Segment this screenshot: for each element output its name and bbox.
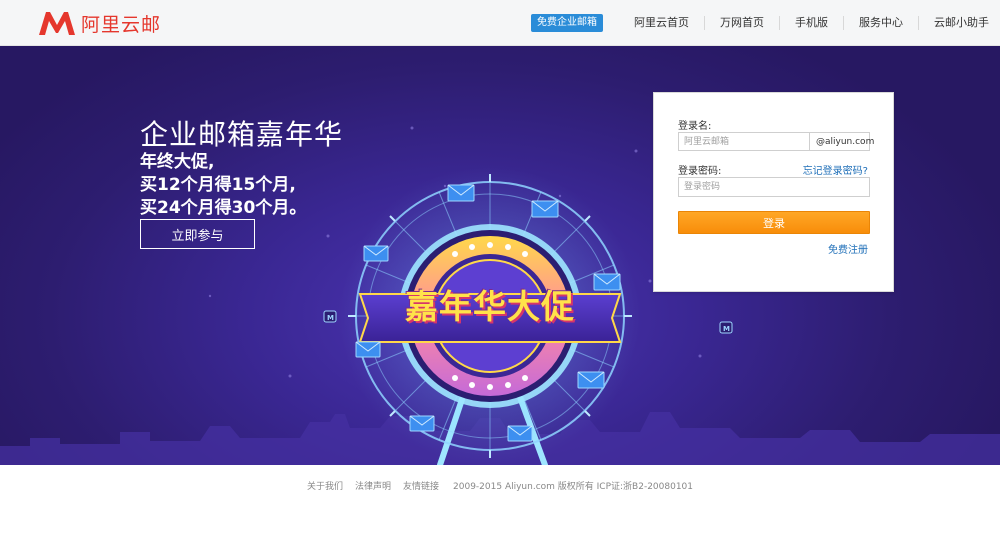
promo-line-2: 买12个月得15个月, — [140, 175, 296, 195]
footer: 关于我们 法律声明 友情链接 2009-2015 Aliyun.com 版权所有… — [0, 465, 1000, 534]
forgot-password-link[interactable]: 忘记登录密码? — [803, 162, 868, 177]
logo[interactable]: 阿里云邮 — [37, 9, 161, 37]
footer-links: 关于我们 法律声明 友情链接 2009-2015 Aliyun.com 版权所有… — [0, 479, 1000, 492]
login-panel: 登录名: @aliyun.com 登录密码: 忘记登录密码? 登录 免费注册 — [653, 92, 894, 292]
username-field-group: @aliyun.com — [678, 132, 874, 151]
nav-item-mobile[interactable]: 手机版 — [779, 16, 843, 30]
nav-item-aliyun-home[interactable]: 阿里云首页 — [619, 16, 704, 30]
join-now-button[interactable]: 立即参与 — [140, 219, 255, 249]
aliyun-mail-logo-icon — [39, 12, 75, 35]
username-label: 登录名: — [678, 121, 712, 132]
svg-text:M: M — [327, 314, 334, 322]
username-input[interactable] — [679, 133, 810, 150]
nav-item-wanwang-home[interactable]: 万网首页 — [704, 16, 779, 30]
promo-line-1: 年终大促, — [140, 152, 215, 172]
free-register-link[interactable]: 免费注册 — [828, 241, 868, 256]
top-nav: 免费企业邮箱 阿里云首页 万网首页 手机版 服务中心 云邮小助手 — [531, 0, 1000, 46]
copyright-text: 2009-2015 Aliyun.com 版权所有 ICP证:浙B2-20080… — [453, 482, 693, 492]
promo-banner[interactable]: M M 嘉年华大促 企业邮箱嘉年华 年终大促, 买12个月得15个月, 买24个… — [0, 46, 1000, 465]
footer-link-legal[interactable]: 法律声明 — [355, 479, 391, 492]
wheel-headline: 嘉年华大促 — [405, 287, 575, 326]
free-enterprise-mail-badge[interactable]: 免费企业邮箱 — [531, 14, 603, 32]
promo-line-3: 买24个月得30个月。 — [140, 198, 307, 218]
top-header: 阿里云邮 免费企业邮箱 阿里云首页 万网首页 手机版 服务中心 云邮小助手 — [0, 0, 1000, 46]
footer-link-about[interactable]: 关于我们 — [307, 479, 343, 492]
nav-item-assistant[interactable]: 云邮小助手 — [918, 16, 1000, 30]
nav-item-service-center[interactable]: 服务中心 — [843, 16, 918, 30]
domain-suffix: @aliyun.com — [816, 136, 875, 147]
login-button[interactable]: 登录 — [678, 211, 870, 234]
svg-text:M: M — [723, 325, 730, 333]
promo-description: 年终大促, 买12个月得15个月, 买24个月得30个月。 — [140, 151, 306, 220]
footer-link-friends[interactable]: 友情链接 — [403, 479, 439, 492]
logo-text: 阿里云邮 — [81, 13, 162, 36]
password-label: 登录密码: — [678, 166, 722, 177]
promo-title: 企业邮箱嘉年华 — [140, 118, 344, 151]
password-input[interactable] — [678, 177, 870, 197]
